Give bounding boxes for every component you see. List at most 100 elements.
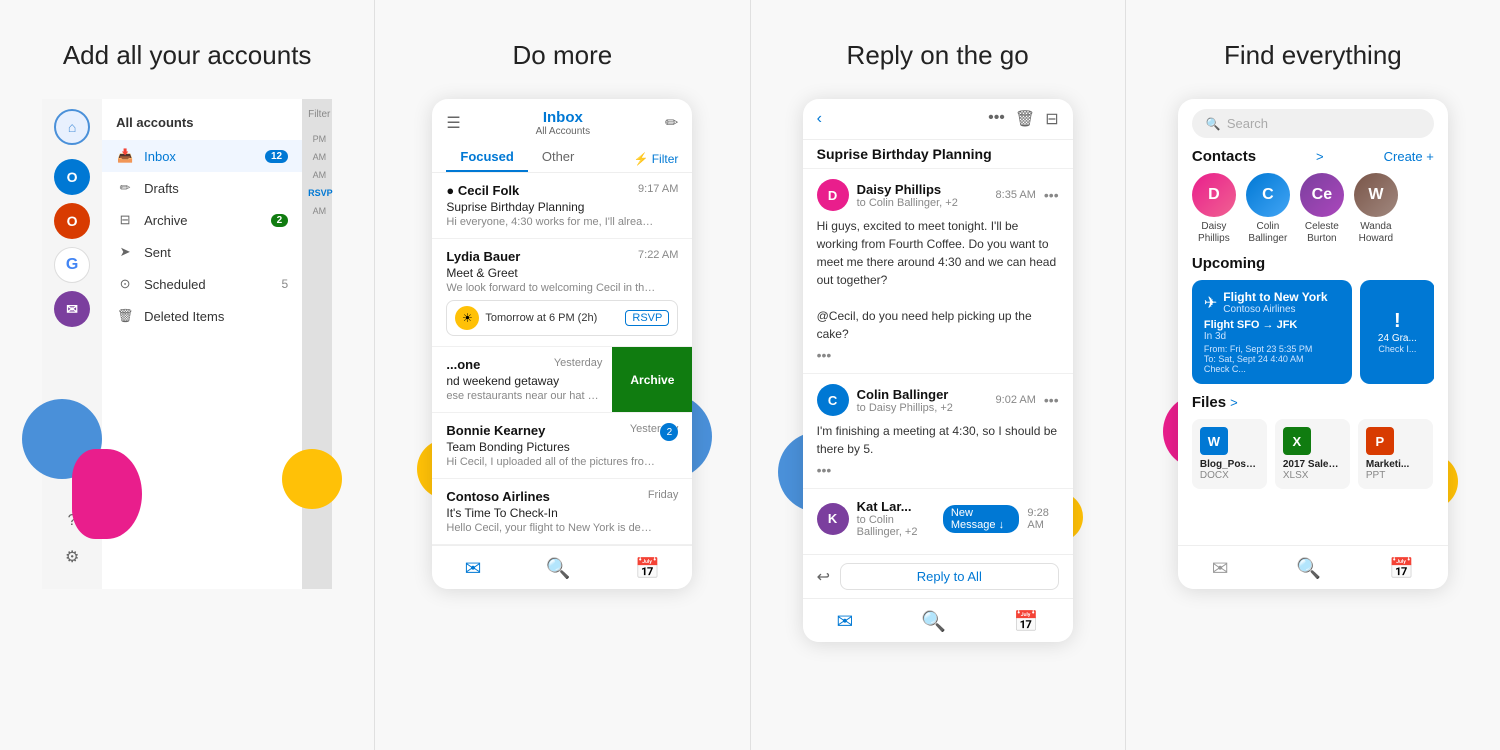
msg-time-1: 9:02 AM <box>996 394 1036 406</box>
email-preview-3: Hi Cecil, I uploaded all of the pictures… <box>446 456 656 468</box>
accounts-wrapper: ⌂ O O G ✉ ? ⚙ All accounts 📥 Inbox 12 <box>42 99 332 589</box>
email-sender-3: Bonnie Kearney <box>446 423 545 438</box>
nav-search-icon[interactable]: 🔍 <box>546 556 571 581</box>
email-item-4[interactable]: Contoso Airlines Friday It's Time To Che… <box>432 479 692 545</box>
file-word[interactable]: W Blog_Post Draft DOCX <box>1192 419 1267 489</box>
files-more[interactable]: > <box>1230 395 1238 410</box>
email-item-swipe[interactable]: ...one Yesterday nd weekend getaway ese … <box>432 347 692 413</box>
msg-time-0: 8:35 AM <box>996 189 1036 201</box>
archive-label: Archive <box>144 213 187 228</box>
back-icon[interactable]: ‹ <box>817 110 822 128</box>
search-bar[interactable]: 🔍 Search <box>1192 109 1434 138</box>
archive-row[interactable]: ⊟ Archive 2 <box>102 204 302 236</box>
avatar-colin: C <box>817 384 849 416</box>
inbox-bottom-nav: ✉ 🔍 📅 <box>432 545 692 589</box>
sent-icon: ➤ <box>116 243 134 261</box>
sidebar-icon-outlook[interactable]: O <box>54 159 90 195</box>
do-more-wrapper: ☰ Inbox All Accounts ✏ Focused Other ⚡ F… <box>432 99 692 589</box>
hamburger-icon[interactable]: ☰ <box>446 113 460 133</box>
reply-bar-icon[interactable]: ↩ <box>817 567 830 587</box>
blob-yellow-1 <box>282 449 342 509</box>
inbox-nav: ☰ Inbox All Accounts ✏ <box>446 109 678 137</box>
sidebar-icon-home[interactable]: ⌂ <box>54 109 90 145</box>
tab-other[interactable]: Other <box>528 143 589 172</box>
msg-body-1: I'm finishing a meeting at 4:30, so I sh… <box>817 422 1059 458</box>
sidebar-icon-office[interactable]: O <box>54 203 90 239</box>
other-card[interactable]: ! 24 Gra... Check I... <box>1360 280 1434 384</box>
more-options-icon[interactable]: ••• <box>988 109 1005 129</box>
reply-all-button[interactable]: Reply to All <box>840 563 1059 590</box>
contact-avatar-colin: C <box>1246 173 1290 217</box>
archive-header-icon[interactable]: ⊟ <box>1045 109 1058 129</box>
drafts-label: Drafts <box>144 181 179 196</box>
excel-icon: X <box>1283 427 1311 455</box>
search-icon: 🔍 <box>1206 117 1221 131</box>
flight-check: Check C... <box>1204 364 1340 374</box>
contacts-create[interactable]: Create + <box>1384 149 1434 164</box>
file-ppt[interactable]: P Marketi... PPT <box>1358 419 1433 489</box>
time-pm: PM <box>302 130 332 148</box>
reply-wrapper: ‹ ••• 🗑 ⊟ Suprise Birthday Planning D Da… <box>803 99 1073 642</box>
sent-row[interactable]: ➤ Sent <box>102 236 302 268</box>
nav-calendar-icon[interactable]: 📅 <box>635 556 660 581</box>
time-am: AM <box>302 148 332 166</box>
sidebar-icon-google[interactable]: G <box>54 247 90 283</box>
inbox-tabs-row: Focused Other ⚡ Filter <box>446 143 678 172</box>
email-item-3[interactable]: Bonnie Kearney Yesterday Team Bonding Pi… <box>432 413 692 479</box>
files-section: Files > W Blog_Post Draft DOCX X 2017 Sa… <box>1178 384 1448 489</box>
flight-title: Flight to New York <box>1223 290 1327 304</box>
msg-more-0[interactable]: ••• <box>1044 187 1059 203</box>
compose-icon[interactable]: ✏ <box>665 113 678 133</box>
find-nav-calendar[interactable]: 📅 <box>1389 556 1414 581</box>
email-item-1[interactable]: Lydia Bauer 7:22 AM Meet & Greet We look… <box>432 239 692 347</box>
reply-header: ‹ ••• 🗑 ⊟ <box>803 99 1073 140</box>
msg-to-2: to Colin Ballinger, +2 <box>857 514 935 538</box>
contact-celeste[interactable]: Ce CelesteBurton <box>1300 173 1344 245</box>
reply-nav-search[interactable]: 🔍 <box>921 609 946 634</box>
search-placeholder: Search <box>1227 116 1268 131</box>
message-2: K Kat Lar... to Colin Ballinger, +2 New … <box>803 489 1073 554</box>
rsvp-button[interactable]: RSVP <box>625 310 669 326</box>
section-accounts: Add all your accounts ⌂ O O G ✉ ? ⚙ All … <box>0 0 375 750</box>
file-excel[interactable]: X 2017 Sales Re... XLSX <box>1275 419 1350 489</box>
file-type-ppt: PPT <box>1366 470 1425 481</box>
nav-mail-icon[interactable]: ✉ <box>465 556 482 581</box>
contact-daisy[interactable]: D DaisyPhillips <box>1192 173 1236 245</box>
reply-nav-calendar[interactable]: 📅 <box>1014 609 1039 634</box>
msg-sender-1: Colin Ballinger <box>857 387 953 402</box>
email-sender-4: Contoso Airlines <box>446 489 550 504</box>
email-subject-0: Suprise Birthday Planning <box>446 200 678 214</box>
contacts-more[interactable]: > <box>1316 149 1324 164</box>
tab-focused[interactable]: Focused <box>446 143 527 172</box>
sidebar-icon-email[interactable]: ✉ <box>54 291 90 327</box>
file-name-word: Blog_Post Draft <box>1200 459 1259 470</box>
section-reply: Reply on the go ‹ ••• 🗑 ⊟ Suprise Birthd… <box>751 0 1126 750</box>
drafts-row[interactable]: ✏ Drafts <box>102 172 302 204</box>
blob-pink-1 <box>72 449 142 539</box>
contact-wanda[interactable]: W WandaHoward <box>1354 173 1398 245</box>
delete-icon[interactable]: 🗑 <box>1015 109 1035 129</box>
scheduled-row[interactable]: ⊙ Scheduled 5 <box>102 268 302 300</box>
find-nav-search[interactable]: 🔍 <box>1296 556 1321 581</box>
email-subject-1: Meet & Greet <box>446 266 678 280</box>
email-row1-1: Lydia Bauer 7:22 AM <box>446 249 678 264</box>
reply-nav-mail[interactable]: ✉ <box>837 609 854 634</box>
filter-label: Filter <box>652 152 679 166</box>
reply-bottom-nav: ✉ 🔍 📅 <box>803 598 1073 642</box>
email-item-0[interactable]: ● Cecil Folk 9:17 AM Suprise Birthday Pl… <box>432 173 692 239</box>
flight-card[interactable]: ✈ Flight to New York Contoso Airlines Fl… <box>1192 280 1352 384</box>
msg-dots-0: ••• <box>817 347 1059 363</box>
deleted-row[interactable]: 🗑 Deleted Items <box>102 300 302 332</box>
inbox-row[interactable]: 📥 Inbox 12 <box>102 140 302 172</box>
reply-phone: ‹ ••• 🗑 ⊟ Suprise Birthday Planning D Da… <box>803 99 1073 642</box>
message-0: D Daisy Phillips to Colin Ballinger, +2 … <box>803 169 1073 374</box>
sidebar-settings-icon[interactable]: ⚙ <box>58 543 86 571</box>
contact-colin[interactable]: C ColinBallinger <box>1246 173 1290 245</box>
find-nav-mail[interactable]: ✉ <box>1212 556 1229 581</box>
scheduled-icon: ⊙ <box>116 275 134 293</box>
msg-more-1[interactable]: ••• <box>1044 392 1059 408</box>
inbox-filter[interactable]: ⚡ Filter <box>634 152 679 172</box>
email-time-0: 9:17 AM <box>638 183 678 198</box>
archive-icon: ⊟ <box>116 211 134 229</box>
archive-swipe-button[interactable]: Archive <box>612 347 692 412</box>
